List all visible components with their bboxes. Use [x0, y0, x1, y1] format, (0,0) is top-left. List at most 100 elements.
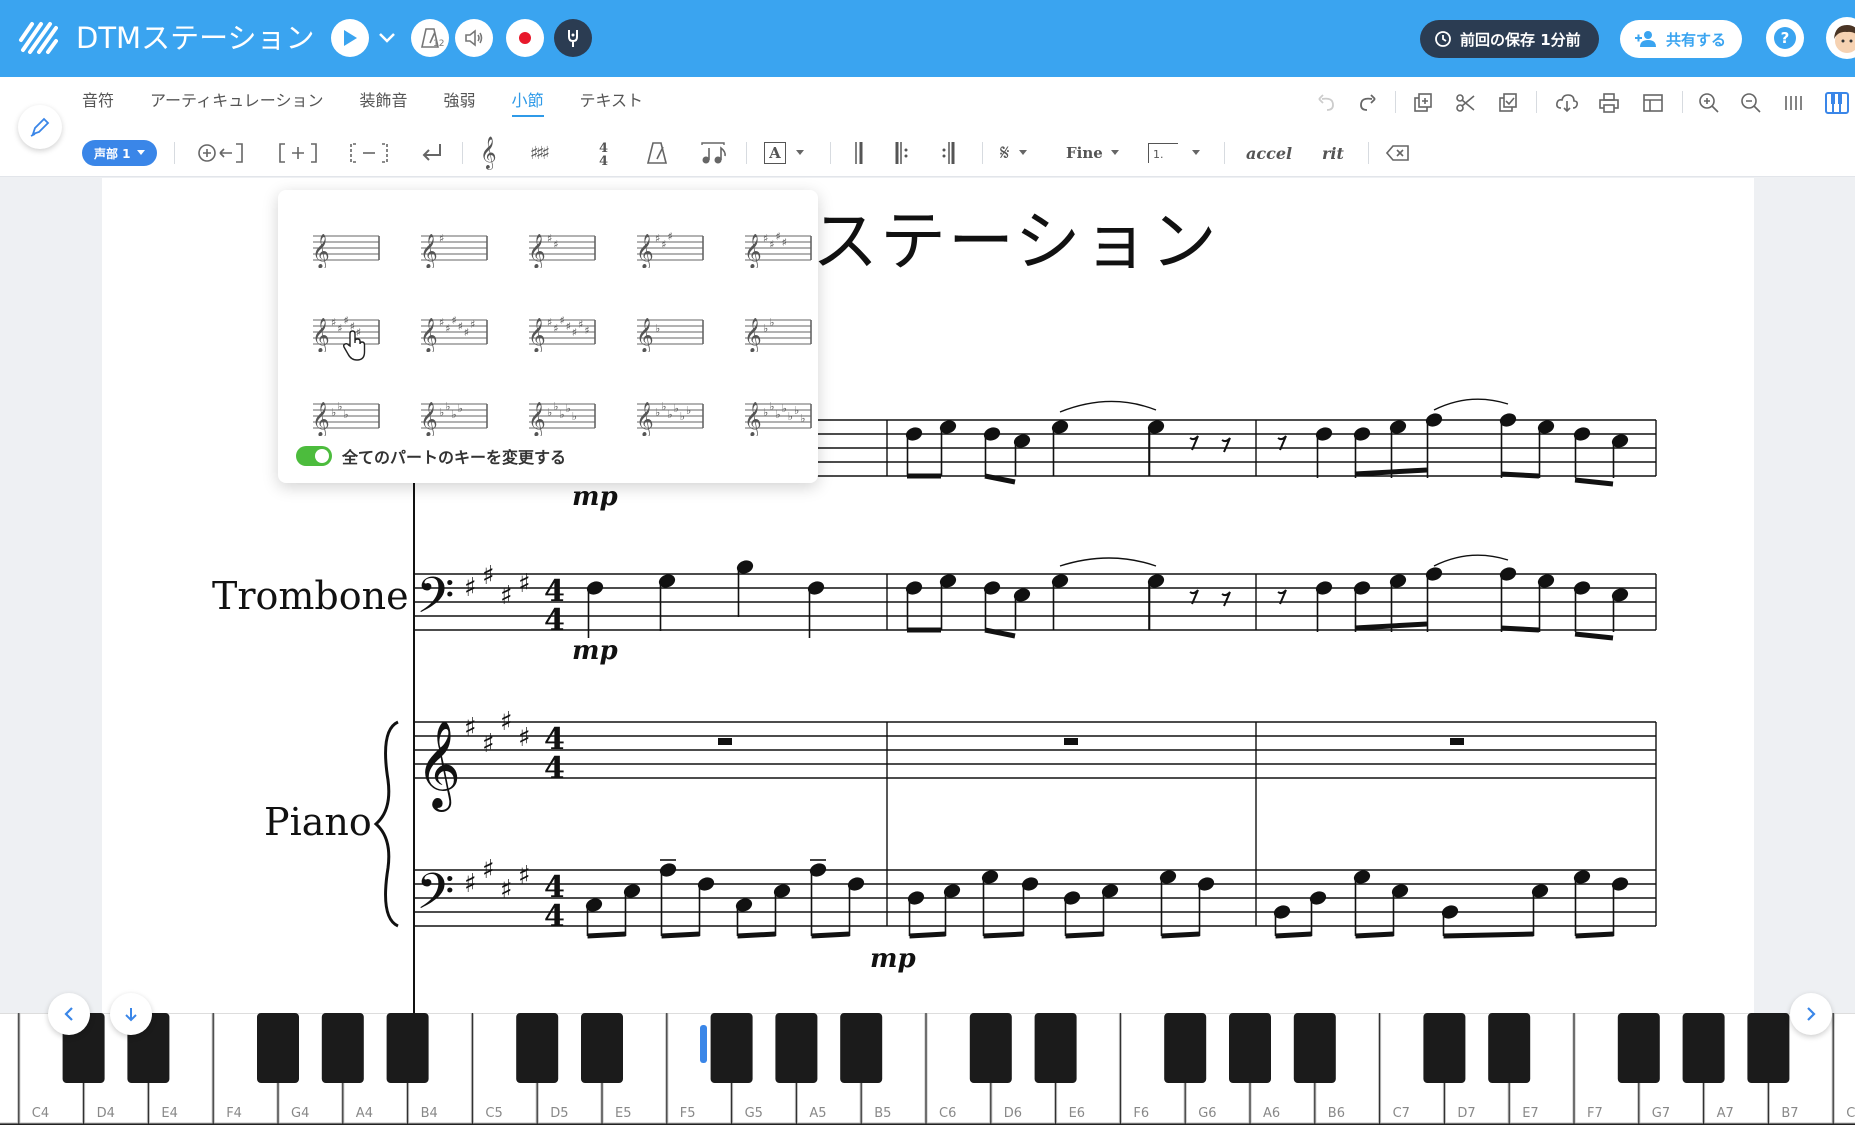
svg-text:𝄞: 𝄞: [312, 318, 330, 352]
key-staff-icon: 𝄞 ♯: [420, 232, 488, 268]
key-staff-icon: 𝄞 ♯ ♯♯ ♯ ♯♯ ♯: [528, 314, 596, 352]
note-beam: [1574, 477, 1614, 487]
key-all-parts-toggle[interactable]: [296, 446, 332, 466]
svg-text:♯: ♯: [439, 232, 444, 245]
svg-text:𝄞: 𝄞: [744, 234, 762, 268]
svg-text:♯: ♯: [464, 869, 477, 899]
key-staff-icon: 𝄞 ♭ ♭♭ ♭♭ ♭: [636, 400, 704, 436]
key-staff-icon: 𝄞 ♭ ♭♭ ♭: [420, 400, 488, 436]
key-label: G5: [745, 1106, 763, 1121]
key-label: D7: [1457, 1106, 1475, 1121]
black-key[interactable]: [1682, 1013, 1725, 1083]
key-staff-icon: 𝄞 ♭ ♭♭ ♭♭ ♭♭: [744, 400, 812, 436]
key-label: G6: [1198, 1106, 1216, 1121]
key-option[interactable]: 𝄞 ♯ ♯ ♯: [616, 204, 724, 288]
svg-text:♭: ♭: [763, 322, 768, 335]
white-key[interactable]: [0, 1013, 19, 1124]
instrument-name-piano[interactable]: Piano: [264, 800, 372, 844]
key-staff-icon: 𝄞 ♯ ♯♯ ♯: [744, 230, 812, 268]
key-option[interactable]: 𝄞 ♭ ♭: [724, 288, 832, 372]
key-staff-icon: 𝄞 ♭: [636, 318, 704, 352]
instrument-name-trombone[interactable]: Trombone: [212, 574, 409, 618]
key-label: G7: [1652, 1106, 1670, 1121]
black-key[interactable]: [581, 1013, 623, 1083]
key-option[interactable]: 𝄞 ♯ ♯: [508, 204, 616, 288]
scroll-right-button[interactable]: [1790, 993, 1832, 1035]
black-key[interactable]: [321, 1013, 364, 1083]
key-option[interactable]: 𝄞 ♭ ♭ ♭ ♭ ♭ ♭: [616, 372, 724, 456]
svg-text:♭: ♭: [763, 406, 768, 419]
dynamic-marking-top[interactable]: mp: [572, 482, 618, 512]
svg-text:♯: ♯: [458, 320, 463, 333]
black-key[interactable]: [1229, 1013, 1271, 1083]
key-label: C4: [32, 1106, 49, 1121]
key-label: E7: [1522, 1106, 1539, 1121]
key-label: B4: [421, 1106, 438, 1121]
svg-text:♯: ♯: [584, 324, 589, 337]
black-key[interactable]: [710, 1013, 753, 1083]
svg-text:♯: ♯: [769, 238, 774, 251]
key-option[interactable]: 𝄞 ♭: [616, 288, 724, 372]
key-option[interactable]: 𝄞 ♯ ♯ ♯ ♯ ♯ ♯ ♯: [508, 288, 616, 372]
key-all-parts-toggle-row: 全てのパートのキーを変更する: [296, 444, 566, 468]
playback-indicator: [700, 1025, 707, 1063]
svg-text:♯: ♯: [782, 236, 787, 249]
svg-text:♯: ♯: [553, 322, 558, 335]
black-key[interactable]: [1488, 1013, 1531, 1083]
scroll-down-button[interactable]: [110, 993, 152, 1035]
key-label: A6: [1263, 1106, 1280, 1121]
score-notation[interactable]: 𝄢 𝄞 𝄢 ♯ ♯♯ ♯ ♯♯♯♯ ♯ ♯♯ ♯ 44 44 44: [0, 0, 1855, 1125]
chevron-right-icon: [1807, 1007, 1816, 1021]
key-staff-icon: 𝄞 ♯ ♯♯: [636, 230, 704, 268]
black-key[interactable]: [257, 1013, 299, 1083]
key-signature-popup: 𝄞 𝄞 ♯ 𝄞 ♯ ♯ 𝄞 ♯ ♯ ♯ 𝄞 ♯ ♯ ♯ ♯ 𝄞 ♯ ♯ ♯ ♯ ♯ 𝄞 ♯ ♯ ♯ ♯ ♯ ♯ 𝄞 ♯ ♯ ♯ ♯ ♯ ♯ ♯ 𝄞 ♭ 𝄞 ♭…: [278, 190, 818, 483]
key-option[interactable]: 𝄞 ♯ ♯ ♯ ♯ ♯ ♯: [400, 288, 508, 372]
black-key[interactable]: [1164, 1013, 1207, 1083]
black-key[interactable]: [1293, 1013, 1336, 1083]
svg-text:♯: ♯: [572, 326, 577, 339]
key-option[interactable]: 𝄞 ♭ ♭ ♭ ♭ ♭ ♭ ♭: [724, 372, 832, 456]
black-key[interactable]: [1034, 1013, 1077, 1083]
svg-text:♭: ♭: [451, 408, 456, 421]
black-key[interactable]: [1747, 1013, 1790, 1083]
svg-text:♯: ♯: [518, 723, 531, 753]
app-root: DTMステーション 12 前回の保存 1分前 共有する ? 音符 アーティキュレ…: [0, 0, 1855, 1125]
svg-text:𝄞: 𝄞: [636, 402, 654, 436]
black-key[interactable]: [775, 1013, 818, 1083]
svg-text:♭: ♭: [674, 402, 679, 415]
key-label: C8: [1846, 1106, 1855, 1121]
svg-text:♯: ♯: [331, 316, 336, 329]
key-option[interactable]: 𝄞: [292, 204, 400, 288]
key-option[interactable]: 𝄞 ♯: [400, 204, 508, 288]
dynamic-marking-piano[interactable]: mp: [870, 944, 916, 974]
dynamic-marking-trombone[interactable]: mp: [572, 636, 618, 666]
key-staff-icon: 𝄞: [312, 234, 380, 268]
black-key[interactable]: [386, 1013, 429, 1083]
svg-text:♯: ♯: [667, 230, 672, 243]
svg-text:𝄞: 𝄞: [744, 318, 762, 352]
black-key[interactable]: [840, 1013, 883, 1083]
key-label: D4: [97, 1106, 115, 1121]
svg-text:♯: ♯: [518, 861, 531, 891]
chevron-left-icon: [64, 1007, 73, 1021]
scroll-left-button[interactable]: [48, 993, 90, 1035]
black-key[interactable]: [969, 1013, 1012, 1083]
note-beam: [984, 473, 1016, 485]
key-option[interactable]: 𝄞 ♯ ♯ ♯ ♯: [724, 204, 832, 288]
black-key[interactable]: [1423, 1013, 1466, 1083]
piano-brace: [373, 720, 399, 928]
black-key[interactable]: [516, 1013, 559, 1083]
svg-text:♯: ♯: [547, 316, 552, 329]
piano-keys[interactable]: C4 D4 E4 F4 G4 A4 B4 C5 D5 E5 F5 G5 A5 B5 C6 D6 E6 F6 G6 A6…: [0, 1013, 1855, 1125]
svg-text:♭: ♭: [572, 410, 577, 423]
note-beam: [983, 931, 1024, 939]
svg-text:♭: ♭: [782, 402, 787, 415]
black-key[interactable]: [1617, 1013, 1660, 1083]
key-label: B7: [1781, 1106, 1798, 1121]
piano-keyboard[interactable]: C4 D4 E4 F4 G4 A4 B4 C5 D5 E5 F5 G5 A5 B5 C6 D6 E6 F6 G6 A6…: [0, 1013, 1855, 1125]
svg-text:♭: ♭: [559, 408, 564, 421]
key-label: B5: [874, 1106, 891, 1121]
svg-text:𝄢: 𝄢: [416, 863, 455, 933]
key-signature-grid: 𝄞 𝄞 ♯ 𝄞 ♯ ♯ 𝄞 ♯ ♯ ♯ 𝄞 ♯ ♯ ♯ ♯ 𝄞 ♯ ♯ ♯ ♯ ♯ 𝄞 ♯ ♯ ♯ ♯ ♯ ♯ 𝄞 ♯ ♯ ♯ ♯ ♯ ♯ ♯ 𝄞 ♭ 𝄞 ♭…: [292, 204, 812, 456]
key-label: E5: [615, 1106, 632, 1121]
